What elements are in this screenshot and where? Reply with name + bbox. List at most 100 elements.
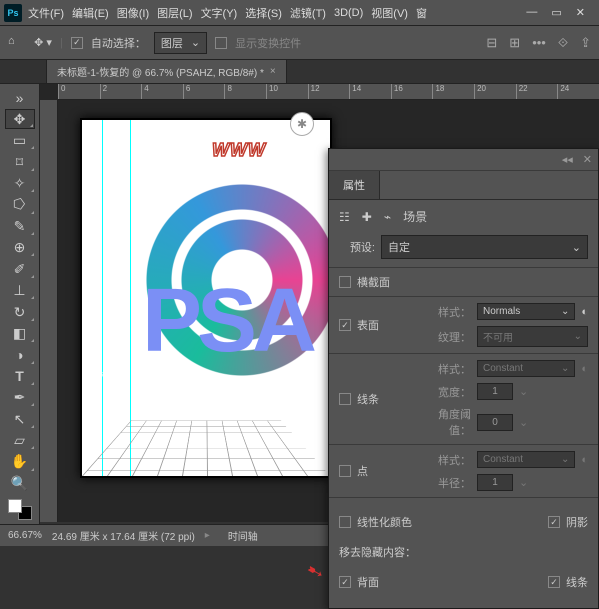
section-checkbox[interactable] bbox=[339, 276, 351, 288]
section-label: 横截面 bbox=[357, 274, 390, 290]
watermark-url: WWW bbox=[212, 140, 266, 161]
tool-preset-icon[interactable]: ✥ ▾ bbox=[34, 36, 52, 49]
lines-style-select: Constant⌄ bbox=[477, 360, 575, 377]
surface-label: 表面 bbox=[357, 317, 379, 333]
brush-tool[interactable]: ✐ bbox=[5, 259, 35, 278]
close-icon[interactable]: ✕ bbox=[574, 4, 587, 21]
surface-style-select[interactable]: Normals⌄ bbox=[477, 303, 575, 320]
lines-label: 线条 bbox=[357, 391, 379, 407]
history-brush-tool[interactable]: ↻ bbox=[5, 302, 35, 321]
link-icon[interactable]: ⌁ bbox=[384, 210, 391, 224]
show-transform-checkbox[interactable] bbox=[215, 37, 227, 49]
ruler-horizontal[interactable]: 024681012141618202224 bbox=[58, 84, 599, 100]
gradient-tool[interactable]: ◑ bbox=[5, 345, 35, 364]
document-tabs: 未标题-1-恢复的 @ 66.7% (PSAHZ, RGB/8#) * × bbox=[0, 60, 599, 84]
timeline-tab[interactable]: 时间轴 bbox=[228, 528, 258, 543]
menu-layer[interactable]: 图层(L) bbox=[155, 3, 194, 23]
more-icon[interactable]: ••• bbox=[532, 35, 546, 50]
tab-close-icon[interactable]: × bbox=[270, 66, 276, 77]
share-icon[interactable]: ⇪ bbox=[580, 35, 591, 51]
lines-checkbox[interactable] bbox=[339, 393, 351, 405]
points-style-select: Constant⌄ bbox=[477, 451, 575, 468]
zoom-tool[interactable]: 🔍 bbox=[5, 474, 35, 493]
menu-window[interactable]: 窗 bbox=[414, 3, 429, 23]
surface-swatch-icon[interactable]: ◐ bbox=[581, 306, 588, 318]
panel-collapse-icon[interactable]: ◂◂ bbox=[562, 153, 573, 166]
path-select-tool[interactable]: ↖ bbox=[5, 409, 35, 428]
panel-close-icon[interactable]: ✕ bbox=[583, 153, 592, 166]
minimize-icon[interactable]: — bbox=[524, 4, 539, 21]
maximize-icon[interactable]: ▭ bbox=[549, 4, 563, 21]
menu-3d[interactable]: 3D(D) bbox=[332, 5, 365, 21]
scene-label: 场景 bbox=[403, 208, 427, 225]
move-tool[interactable]: ✥ bbox=[5, 109, 35, 129]
distribute-icon[interactable]: ⊞ bbox=[509, 35, 520, 51]
add-icon[interactable]: ✚ bbox=[362, 210, 372, 224]
menu-image[interactable]: 图像(I) bbox=[115, 3, 151, 23]
tools-panel: » ✥ ▭ ⌑ ✧ ⭔ ✎ ⊕ ✐ ⊥ ↻ ◧ ◑ T ✒ ↖ ▱ ✋ 🔍 bbox=[0, 84, 40, 524]
lines-angle-input: 0 bbox=[477, 414, 513, 431]
3d-center-widget[interactable]: ✱ bbox=[290, 112, 314, 136]
points-radius-input: 1 bbox=[477, 474, 513, 491]
lines-swatch-icon: ◐ bbox=[581, 363, 588, 375]
zoom-level[interactable]: 66.67% bbox=[8, 530, 42, 541]
shadow-label: 阴影 bbox=[566, 514, 588, 530]
home-icon[interactable]: ⌂ bbox=[8, 35, 26, 51]
type-tool[interactable]: T bbox=[5, 367, 35, 386]
eraser-tool[interactable]: ◧ bbox=[5, 324, 35, 343]
annotation-arrow: ➸ bbox=[302, 556, 329, 586]
hide-label: 移去隐藏内容： bbox=[339, 544, 588, 560]
lasso-tool[interactable]: ⌑ bbox=[5, 152, 35, 171]
backface-label: 背面 bbox=[357, 574, 379, 590]
document-canvas[interactable]: WWW PSA bbox=[80, 118, 332, 478]
mode-3d-icon[interactable]: ⟐ bbox=[558, 35, 568, 51]
ground-plane-grid bbox=[82, 421, 330, 476]
app-icon: Ps bbox=[4, 4, 22, 22]
surface-texture-select: 不可用⌄ bbox=[477, 326, 588, 347]
menu-select[interactable]: 选择(S) bbox=[243, 3, 284, 23]
ruler-vertical[interactable] bbox=[40, 100, 58, 522]
lines-bottom-label: 线条 bbox=[566, 574, 588, 590]
preset-select[interactable]: 自定⌄ bbox=[381, 235, 588, 259]
linearize-label: 线性化颜色 bbox=[357, 514, 412, 530]
backface-checkbox[interactable] bbox=[339, 576, 351, 588]
linearize-checkbox[interactable] bbox=[339, 516, 351, 528]
auto-select-checkbox[interactable] bbox=[71, 37, 83, 49]
shadow-checkbox[interactable] bbox=[548, 516, 560, 528]
lines-width-input: 1 bbox=[477, 383, 513, 400]
filter-icon[interactable]: ☷ bbox=[339, 210, 350, 224]
points-checkbox[interactable] bbox=[339, 465, 351, 477]
hand-tool[interactable]: ✋ bbox=[5, 452, 35, 471]
auto-select-label: 自动选择： bbox=[91, 35, 146, 51]
menu-view[interactable]: 视图(V) bbox=[369, 3, 410, 23]
menu-file[interactable]: 文件(F) bbox=[26, 3, 66, 23]
stamp-tool[interactable]: ⊥ bbox=[5, 281, 35, 300]
3d-axis-widget[interactable]: ⊕⌖ bbox=[84, 366, 108, 383]
options-bar: ⌂ ✥ ▾ | 自动选择： 图层⌄ 显示变换控件 ⊟ ⊞ ••• ⟐ ⇪ bbox=[0, 26, 599, 60]
properties-panel: ➸ ◂◂ ✕ 属性 ☷ ✚ ⌁ 场景 预设: 自定⌄ 横截面 表面 bbox=[328, 148, 599, 609]
color-swatch[interactable] bbox=[8, 499, 32, 520]
chevrons-icon[interactable]: » bbox=[5, 88, 35, 107]
show-transform-label: 显示变换控件 bbox=[235, 35, 301, 51]
preset-label: 预设: bbox=[339, 239, 375, 255]
surface-checkbox[interactable] bbox=[339, 319, 351, 331]
eyedropper-tool[interactable]: ✎ bbox=[5, 217, 35, 236]
menu-type[interactable]: 文字(Y) bbox=[199, 3, 240, 23]
shape-tool[interactable]: ▱ bbox=[5, 431, 35, 450]
healing-tool[interactable]: ⊕ bbox=[5, 238, 35, 257]
crop-tool[interactable]: ⭔ bbox=[5, 195, 35, 214]
points-swatch-icon: ◐ bbox=[581, 454, 588, 466]
marquee-tool[interactable]: ▭ bbox=[5, 131, 35, 150]
lines-bottom-checkbox[interactable] bbox=[548, 576, 560, 588]
menu-filter[interactable]: 滤镜(T) bbox=[288, 3, 328, 23]
align-icon[interactable]: ⊟ bbox=[486, 35, 497, 51]
menu-bar: Ps 文件(F) 编辑(E) 图像(I) 图层(L) 文字(Y) 选择(S) 滤… bbox=[0, 0, 599, 26]
auto-select-target[interactable]: 图层⌄ bbox=[154, 32, 207, 54]
pen-tool[interactable]: ✒ bbox=[5, 388, 35, 407]
document-tab[interactable]: 未标题-1-恢复的 @ 66.7% (PSAHZ, RGB/8#) * × bbox=[46, 59, 287, 83]
panel-title[interactable]: 属性 bbox=[329, 171, 380, 199]
points-label: 点 bbox=[357, 463, 368, 479]
magic-wand-tool[interactable]: ✧ bbox=[5, 174, 35, 193]
doc-dimensions[interactable]: 24.69 厘米 x 17.64 厘米 (72 ppi) bbox=[52, 528, 195, 543]
menu-edit[interactable]: 编辑(E) bbox=[70, 3, 111, 23]
